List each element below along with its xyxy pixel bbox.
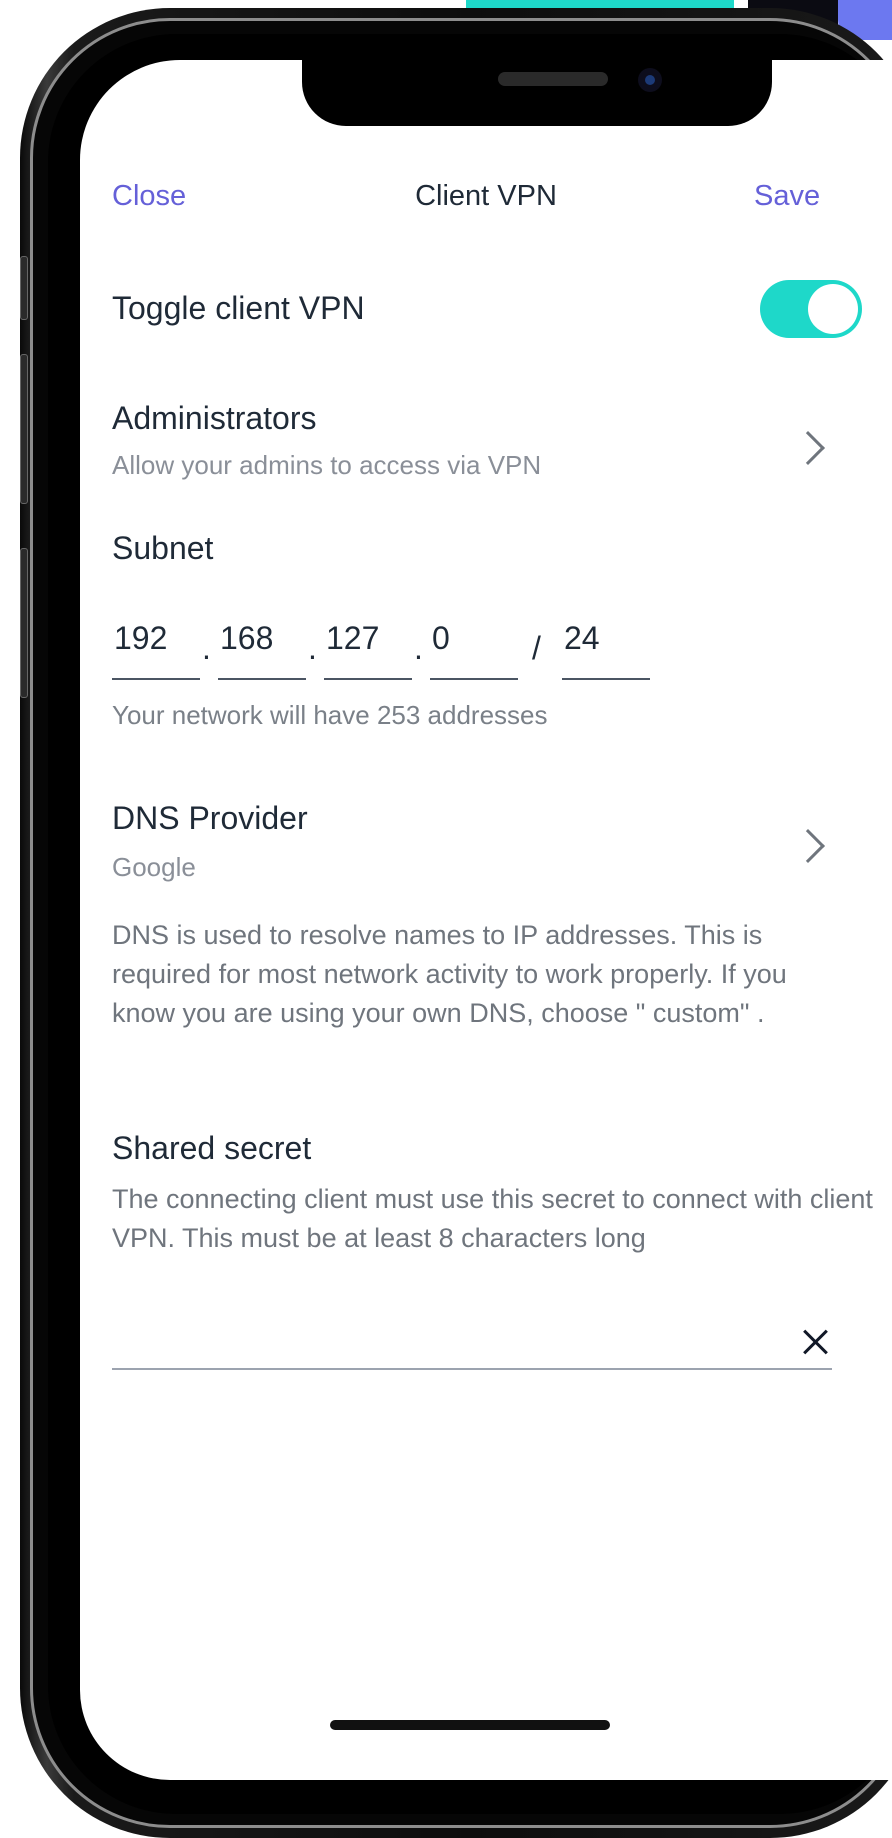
phone-screen: Client VPN Close Save Toggle client VPN … bbox=[80, 60, 892, 1780]
dns-provider-value: Google bbox=[112, 852, 196, 882]
notch bbox=[302, 60, 772, 126]
mask-separator: / bbox=[532, 630, 541, 666]
dns-description: DNS is used to resolve names to IP addre… bbox=[112, 920, 787, 1028]
subnet-inputs: 192 . 168 . 127 . 0 / 24 bbox=[112, 620, 650, 690]
dns-provider-row[interactable]: DNS Provider Google bbox=[112, 800, 832, 900]
octet-separator: . bbox=[202, 630, 211, 666]
client-vpn-toggle[interactable] bbox=[760, 280, 862, 338]
front-camera-icon bbox=[638, 68, 662, 92]
speaker-grille bbox=[498, 72, 608, 86]
dns-provider-label: DNS Provider bbox=[112, 800, 308, 836]
close-icon[interactable] bbox=[800, 1326, 830, 1356]
administrators-description: Allow your admins to access via VPN bbox=[112, 450, 542, 480]
shared-secret-description: The connecting client must use this secr… bbox=[112, 1184, 873, 1253]
shared-secret-label: Shared secret bbox=[112, 1130, 312, 1166]
subnet-octet-4-input[interactable]: 0 bbox=[430, 620, 518, 680]
volume-down-button bbox=[20, 548, 28, 698]
subnet-address-note: Your network will have 253 addresses bbox=[112, 700, 548, 730]
subnet-octet-3-input[interactable]: 127 bbox=[324, 620, 412, 680]
subnet-mask-input[interactable]: 24 bbox=[562, 620, 650, 680]
home-indicator[interactable] bbox=[330, 1720, 610, 1730]
subnet-label: Subnet bbox=[112, 530, 214, 566]
nav-header: Client VPN Close Save bbox=[80, 180, 892, 240]
toggle-client-vpn-row: Toggle client VPN bbox=[112, 280, 892, 350]
subnet-octet-1-input[interactable]: 192 bbox=[112, 620, 200, 680]
close-button[interactable]: Close bbox=[112, 180, 186, 213]
chevron-right-icon bbox=[791, 431, 825, 465]
subnet-octet-2-input[interactable]: 168 bbox=[218, 620, 306, 680]
shared-secret-input[interactable] bbox=[112, 1320, 832, 1370]
save-button[interactable]: Save bbox=[754, 180, 892, 213]
chevron-right-icon bbox=[791, 829, 825, 863]
octet-separator: . bbox=[308, 630, 317, 666]
administrators-label: Administrators bbox=[112, 400, 317, 436]
toggle-knob bbox=[808, 284, 858, 334]
toggle-client-vpn-label: Toggle client VPN bbox=[112, 290, 365, 326]
administrators-row[interactable]: Administrators Allow your admins to acce… bbox=[112, 400, 832, 500]
silent-switch bbox=[20, 256, 28, 320]
octet-separator: . bbox=[414, 630, 423, 666]
volume-up-button bbox=[20, 354, 28, 504]
